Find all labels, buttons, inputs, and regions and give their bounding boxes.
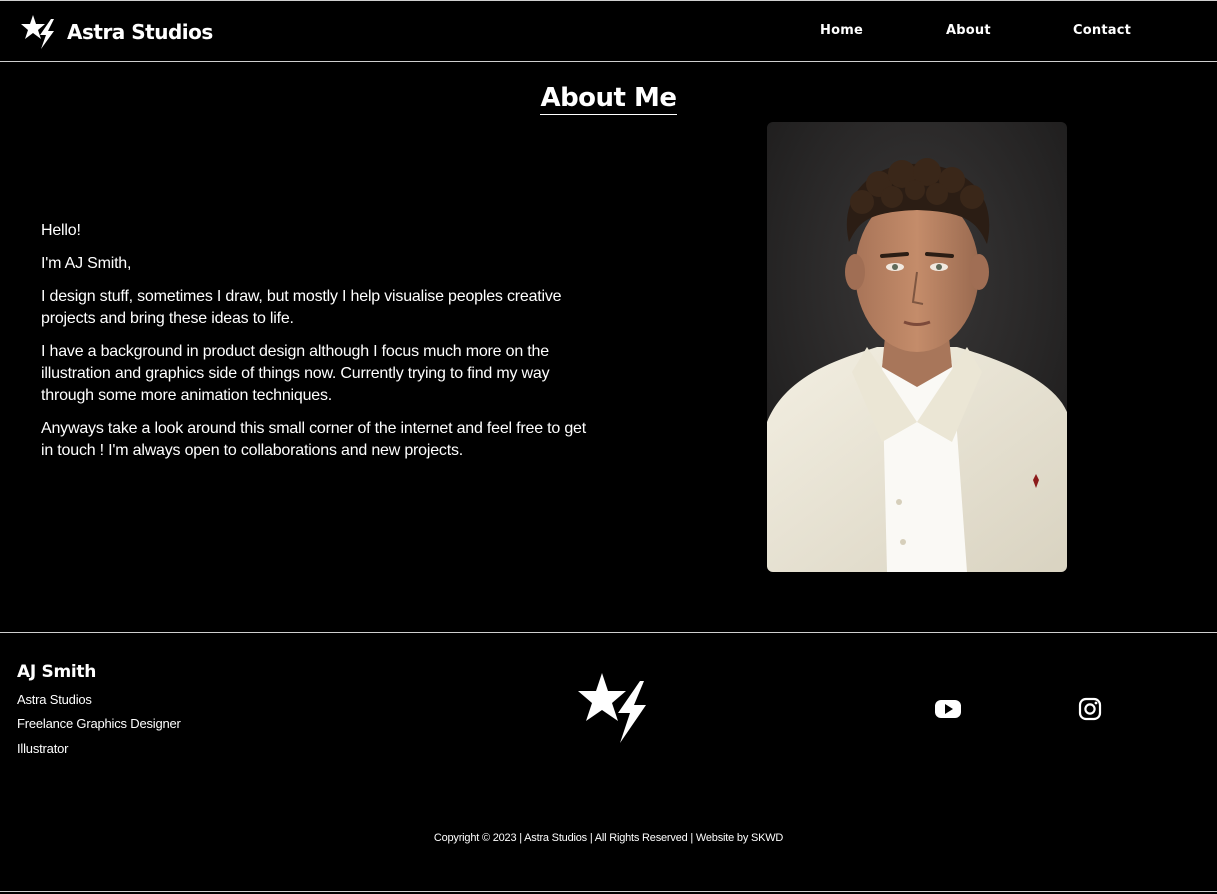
intro-text: Hello! I'm AJ Smith, I design stuff, som… bbox=[41, 220, 586, 473]
nav-home[interactable]: Home bbox=[820, 23, 863, 38]
astra-logo-icon bbox=[21, 15, 54, 49]
footer-line: Astra Studios bbox=[17, 692, 92, 707]
intro-paragraph: I'm AJ Smith, bbox=[41, 255, 132, 272]
intro-paragraph: I have a background in product design al… bbox=[41, 343, 550, 404]
instagram-link[interactable] bbox=[1075, 694, 1105, 724]
intro-paragraph: I design stuff, sometimes I draw, but mo… bbox=[41, 288, 562, 327]
footer-line: Illustrator bbox=[17, 741, 69, 756]
page-title-text: About Me bbox=[540, 83, 677, 115]
intro-paragraph: Hello! bbox=[41, 222, 81, 239]
brand-name: Astra Studios bbox=[67, 20, 213, 44]
nav-about[interactable]: About bbox=[946, 23, 991, 38]
portrait-image bbox=[767, 122, 1067, 572]
portrait-photo bbox=[767, 122, 1067, 572]
page-title: About Me bbox=[0, 82, 1217, 115]
site-header: Astra Studios Home About Contact bbox=[0, 0, 1217, 62]
copyright-text: Copyright © 2023 | Astra Studios | All R… bbox=[433, 832, 784, 844]
astra-logo-icon bbox=[578, 673, 646, 743]
youtube-icon bbox=[935, 700, 961, 718]
footer-name: AJ Smith bbox=[17, 662, 97, 682]
footer-line: Freelance Graphics Designer bbox=[17, 716, 181, 731]
instagram-icon bbox=[1078, 697, 1102, 721]
intro-paragraph: Anyways take a look around this small co… bbox=[41, 420, 587, 459]
brand-logo-link[interactable]: Astra Studios bbox=[21, 12, 213, 52]
nav-contact[interactable]: Contact bbox=[1073, 23, 1131, 38]
site-footer: AJ Smith Astra Studios Freelance Graphic… bbox=[0, 632, 1217, 892]
youtube-link[interactable] bbox=[933, 694, 963, 724]
